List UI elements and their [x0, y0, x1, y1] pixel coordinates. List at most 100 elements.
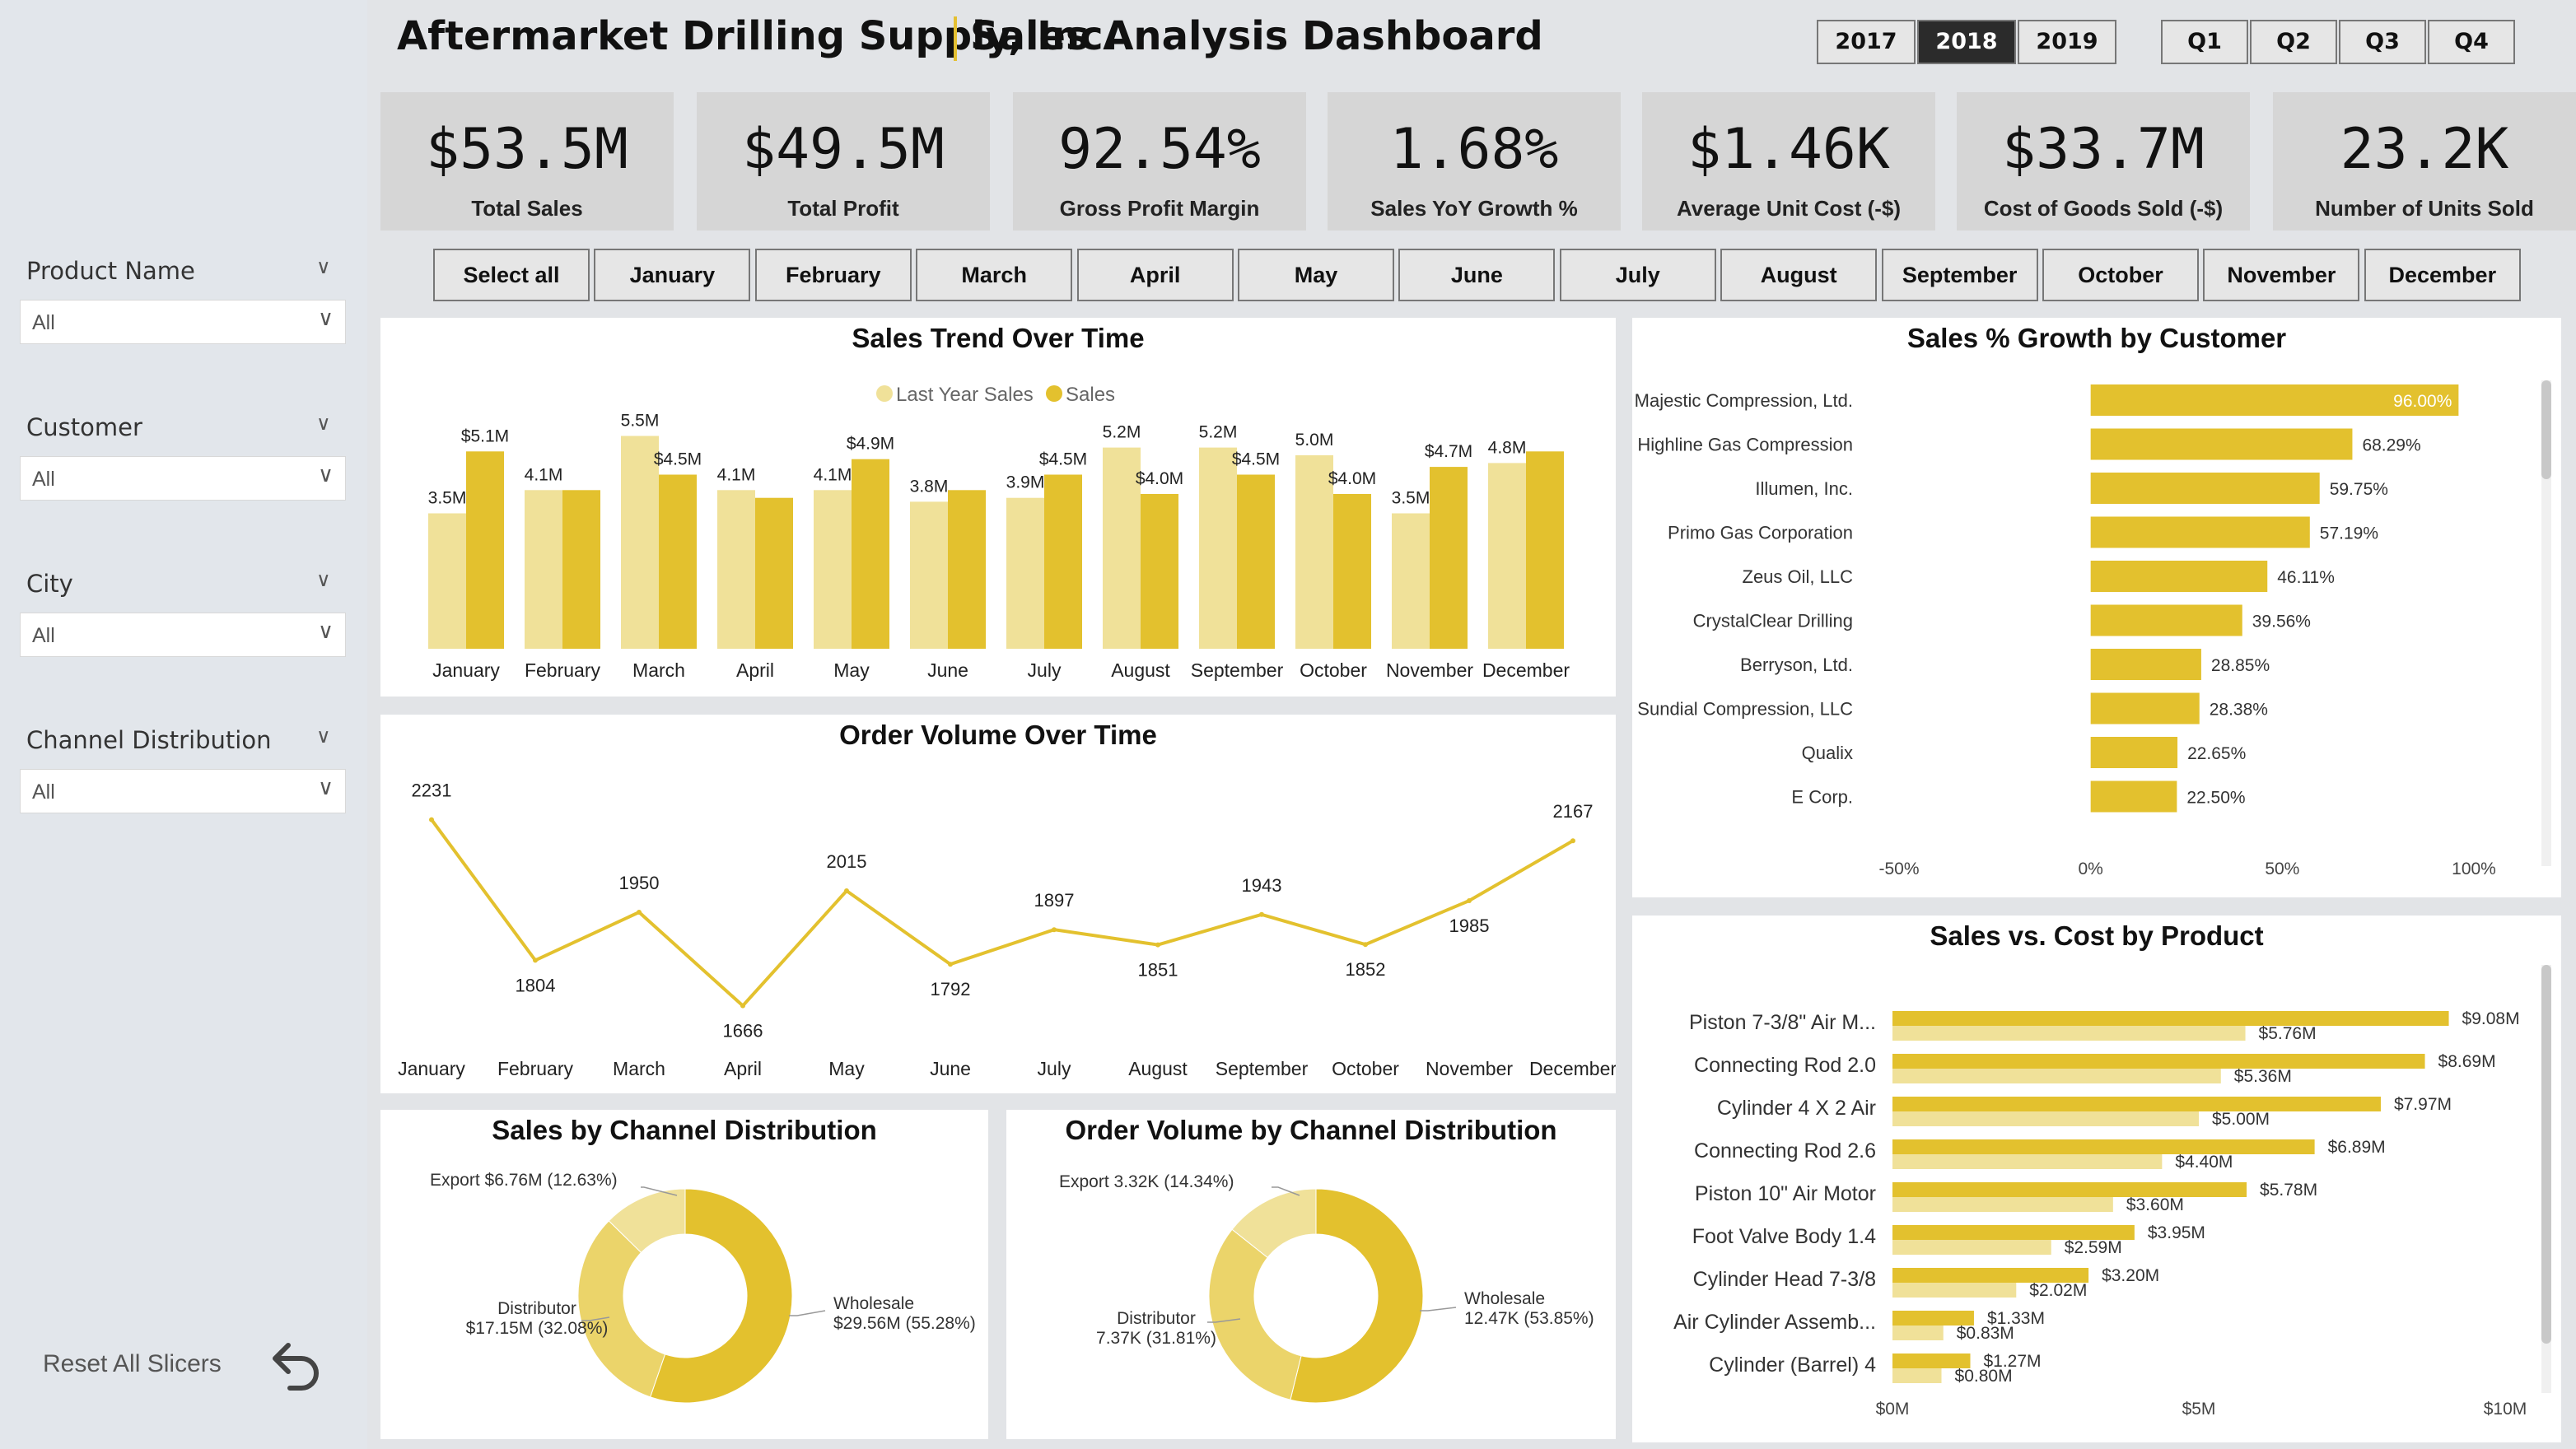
bar-sales[interactable] — [466, 451, 504, 649]
chevron-down-icon[interactable]: ∨ — [316, 412, 331, 436]
order-volume-chart: 2231 January 1804 February 1950 March 1666 Apri… — [398, 780, 1616, 1079]
month-button-july[interactable]: July — [1559, 249, 1716, 301]
month-button-january[interactable]: January — [594, 249, 751, 301]
bar-cost[interactable] — [1892, 1154, 2163, 1169]
bar-growth[interactable] — [2090, 737, 2178, 768]
reset-slicers-label[interactable]: Reset All Slicers — [43, 1350, 222, 1378]
line-point[interactable] — [740, 1003, 745, 1009]
bar-sales[interactable] — [659, 474, 697, 650]
bar-sales[interactable] — [852, 459, 889, 649]
month-button-august[interactable]: August — [1720, 249, 1878, 301]
chevron-down-icon[interactable]: ∨ — [316, 255, 331, 279]
month-button-select-all[interactable]: Select all — [433, 249, 590, 301]
order-volume-line[interactable] — [430, 818, 1575, 1009]
bar-sales[interactable] — [1526, 451, 1564, 649]
bar-growth[interactable] — [2090, 780, 2177, 813]
scrollbar-track[interactable] — [2541, 380, 2551, 866]
month-button-december[interactable]: December — [2364, 249, 2521, 301]
year-button-2019[interactable]: 2019 — [2018, 20, 2116, 64]
month-button-october[interactable]: October — [2042, 249, 2199, 301]
month-button-may[interactable]: May — [1238, 249, 1394, 301]
chevron-down-icon[interactable]: ∨ — [318, 462, 334, 487]
quarter-button-q4[interactable]: Q4 — [2428, 20, 2515, 64]
year-button-2018[interactable]: 2018 — [1917, 20, 2016, 64]
scrollbar-thumb[interactable] — [2541, 965, 2551, 1344]
bar-growth[interactable] — [2090, 428, 2353, 460]
chevron-down-icon[interactable]: ∨ — [316, 568, 331, 592]
bar-last-year-sales[interactable] — [428, 513, 466, 650]
bar-sales[interactable] — [1333, 494, 1371, 649]
bar-last-year-sales[interactable] — [1392, 513, 1430, 650]
chevron-down-icon[interactable]: ∨ — [318, 305, 334, 331]
month-button-march[interactable]: March — [916, 249, 1073, 301]
month-button-september[interactable]: September — [1881, 249, 2038, 301]
bar-cost[interactable] — [1892, 1026, 2246, 1041]
bar-last-year-sales[interactable] — [717, 490, 755, 649]
bar-sales[interactable] — [562, 490, 600, 649]
line-point[interactable] — [533, 957, 538, 963]
bar-growth[interactable] — [2090, 649, 2201, 680]
bar-sales[interactable] — [1430, 467, 1468, 649]
line-point[interactable] — [1155, 942, 1160, 948]
bar-sales[interactable] — [1044, 474, 1082, 650]
scrollbar-track[interactable] — [2541, 965, 2551, 1393]
bar-sales[interactable] — [1237, 474, 1275, 650]
quarter-button-q1[interactable]: Q1 — [2161, 20, 2248, 64]
bar-cost[interactable] — [1892, 1197, 2113, 1212]
line-point[interactable] — [844, 888, 849, 893]
bar-cost[interactable] — [1892, 1283, 2017, 1298]
bar-last-year-sales[interactable] — [1006, 497, 1044, 649]
bar-cost[interactable] — [1892, 1111, 2199, 1126]
chevron-down-icon[interactable]: ∨ — [316, 724, 331, 748]
slicer-dropdown[interactable]: All ∨ — [20, 300, 346, 344]
bar-cost[interactable] — [1892, 1326, 1944, 1340]
month-button-february[interactable]: February — [754, 249, 912, 301]
chevron-down-icon[interactable]: ∨ — [318, 618, 334, 644]
bar-last-year-sales[interactable] — [910, 501, 948, 649]
donut-slice-distributor[interactable] — [1208, 1228, 1302, 1400]
slicer-dropdown[interactable]: All ∨ — [20, 769, 346, 813]
bar-cost[interactable] — [1892, 1069, 2221, 1083]
donut-slice-distributor[interactable] — [577, 1220, 666, 1398]
quarter-button-q2[interactable]: Q2 — [2250, 20, 2337, 64]
bar-sales[interactable] — [948, 490, 986, 649]
bar-last-year-sales[interactable] — [1488, 463, 1526, 649]
year-button-2017[interactable]: 2017 — [1817, 20, 1916, 64]
line-point[interactable] — [429, 817, 434, 822]
line-point[interactable] — [948, 962, 953, 967]
month-button-november[interactable]: November — [2203, 249, 2360, 301]
bar-sales[interactable] — [1141, 494, 1178, 649]
month-button-april[interactable]: April — [1076, 249, 1234, 301]
bar-sales[interactable] — [1892, 1097, 2381, 1111]
bar-data-label: $4.40M — [2175, 1153, 2233, 1172]
line-point[interactable] — [1259, 911, 1264, 917]
month-button-june[interactable]: June — [1398, 249, 1556, 301]
bar-sales[interactable] — [1892, 1182, 2247, 1197]
bar-sales[interactable] — [1892, 1054, 2425, 1069]
scrollbar-thumb[interactable] — [2541, 380, 2551, 479]
bar-sales[interactable] — [1892, 1139, 2315, 1154]
chevron-down-icon[interactable]: ∨ — [318, 775, 334, 800]
bar-cost[interactable] — [1892, 1368, 1942, 1383]
bar-growth[interactable] — [2090, 604, 2242, 636]
bar-last-year-sales[interactable] — [814, 490, 852, 649]
bar-growth[interactable] — [2090, 561, 2268, 592]
line-point[interactable] — [1570, 838, 1575, 844]
bar-cost[interactable] — [1892, 1240, 2051, 1255]
line-point[interactable] — [1363, 942, 1368, 948]
bar-last-year-sales[interactable] — [1199, 447, 1237, 649]
bar-sales[interactable] — [1892, 1011, 2449, 1026]
slicer-dropdown[interactable]: All ∨ — [20, 613, 346, 657]
undo-icon[interactable] — [260, 1334, 326, 1404]
bar-data-label: $4.0M — [1328, 469, 1376, 488]
bar-last-year-sales[interactable] — [525, 490, 562, 649]
bar-sales[interactable] — [755, 497, 793, 649]
quarter-button-q3[interactable]: Q3 — [2339, 20, 2426, 64]
bar-growth[interactable] — [2090, 516, 2310, 548]
bar-growth[interactable] — [2090, 692, 2200, 724]
line-point[interactable] — [637, 910, 642, 915]
slicer-dropdown[interactable]: All ∨ — [20, 456, 346, 501]
line-point[interactable] — [1052, 927, 1057, 933]
line-point[interactable] — [1467, 898, 1472, 903]
bar-growth[interactable] — [2090, 473, 2320, 504]
